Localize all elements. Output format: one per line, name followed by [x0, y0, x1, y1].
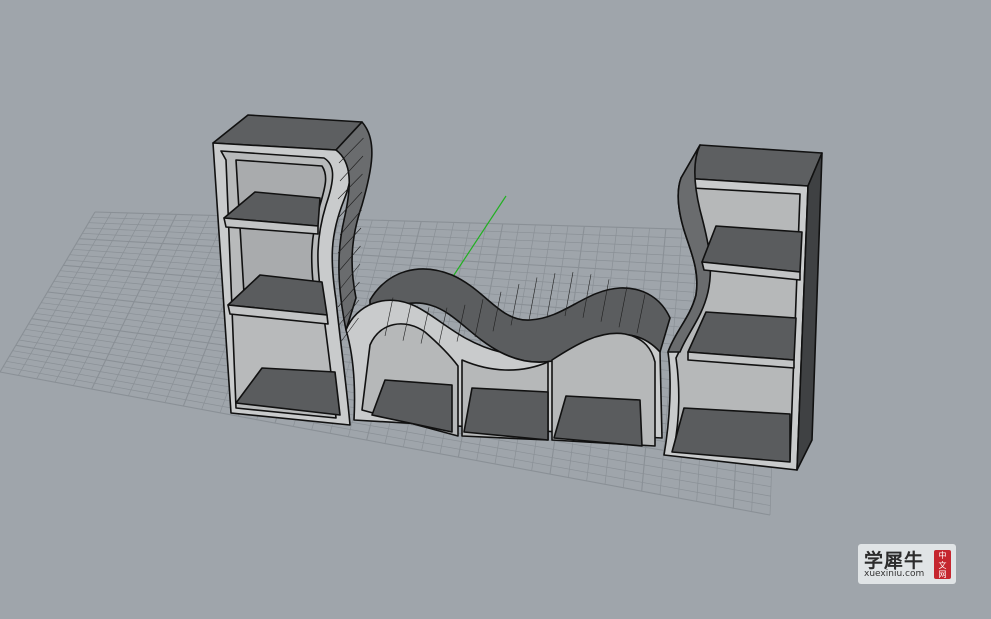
rhino-perspective-viewport[interactable] — [0, 0, 991, 619]
right-shelf-bottom — [671, 407, 791, 463]
watermark-badge-char: 中 — [938, 551, 947, 560]
watermark-badge-char: 网 — [938, 570, 947, 579]
watermark-url-text: xuexiniu.com — [864, 569, 925, 579]
seat-cubby-3-floor — [553, 395, 643, 447]
left-shelf-tower[interactable] — [212, 114, 373, 426]
seat-cubby-2-floor — [463, 387, 549, 441]
seat-cubby-1-floor — [371, 379, 453, 433]
watermark-badge: 中 文 网 — [934, 550, 951, 579]
bookshelf-model[interactable] — [212, 114, 823, 471]
viewport-canvas[interactable] — [0, 0, 991, 619]
right-shelf-tower[interactable] — [663, 144, 823, 471]
watermark-badge-char: 文 — [938, 560, 947, 570]
y-axis-line — [451, 195, 507, 279]
xuexiniu-watermark-logo: 学犀牛 xuexiniu.com 中 文 网 — [858, 544, 956, 584]
